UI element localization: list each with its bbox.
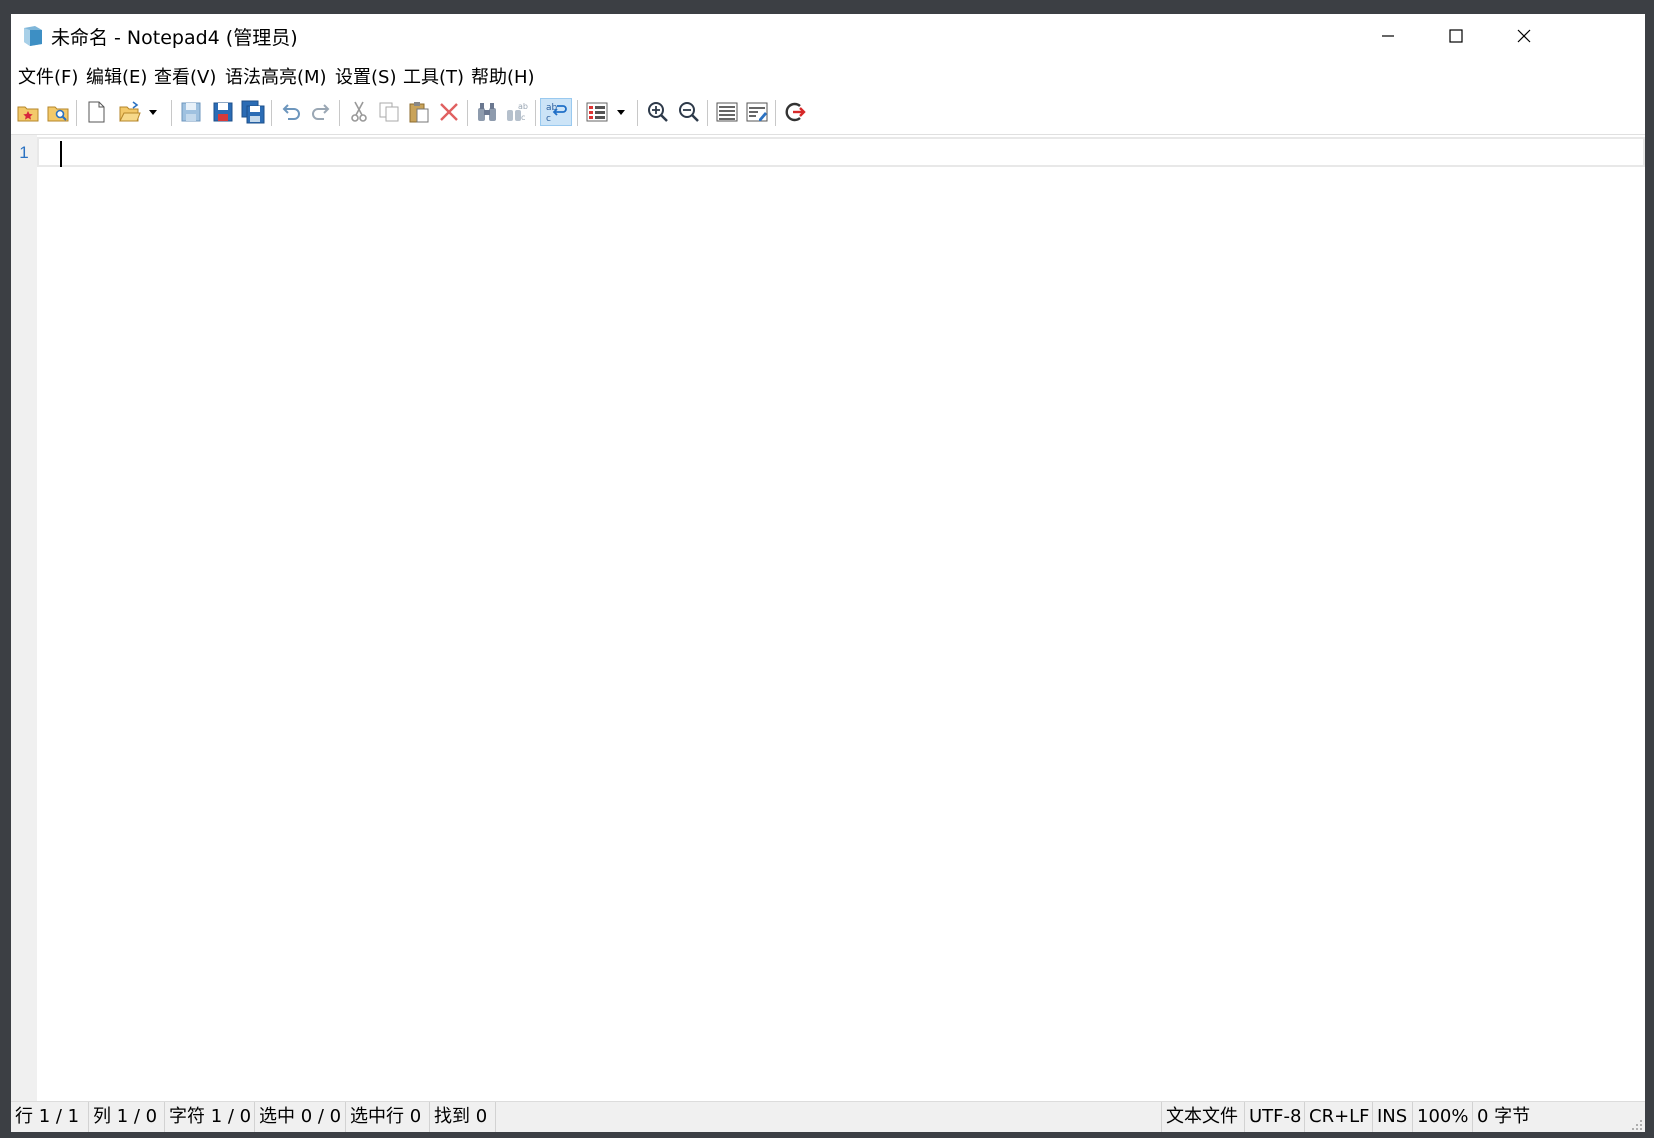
minimize-icon: [1380, 28, 1396, 44]
delete-icon: [437, 100, 461, 124]
notepad-window: 未命名 - Notepad4 (管理员) 文件(F) 编辑(E) 查看(V) 语…: [11, 14, 1645, 1132]
toolbar-separator: [775, 100, 776, 126]
text-caret: [60, 141, 62, 167]
status-size: 0 字节: [1477, 1106, 1531, 1127]
svg-text:c: c: [521, 113, 525, 122]
menu-syntax-highlight[interactable]: 语法高亮(M): [223, 63, 329, 89]
redo-icon: [309, 100, 333, 124]
word-wrap-icon: ab c: [544, 100, 568, 124]
toolbar-separator: [707, 100, 708, 126]
notepad-app-icon[interactable]: [21, 24, 45, 48]
replace-button[interactable]: ab c: [503, 98, 531, 126]
line-number: 1: [19, 143, 29, 162]
status-line: 行 1 / 1: [11, 1102, 89, 1132]
window-title: 未命名 - Notepad4 (管理员): [51, 27, 298, 49]
svg-text:c: c: [546, 114, 551, 124]
dropdown-arrow-icon: [615, 106, 627, 118]
toolbar-separator: [637, 100, 638, 126]
save-all-icon: [241, 100, 265, 124]
status-selected-lines: 选中行 0: [346, 1102, 430, 1132]
new-file-icon: [84, 100, 108, 124]
new-file-button[interactable]: [82, 98, 110, 126]
save-as-button[interactable]: [209, 98, 237, 126]
toolbar-separator: [76, 100, 77, 126]
open-folder-icon: [118, 100, 142, 124]
menu-settings[interactable]: 设置(S): [333, 63, 398, 89]
zoom-in-icon: [646, 100, 670, 124]
minimize-button[interactable]: [1353, 14, 1423, 58]
menu-help[interactable]: 帮助(H): [469, 63, 537, 89]
word-wrap-button[interactable]: ab c: [540, 98, 572, 126]
status-char: 字符 1 / 0: [165, 1102, 255, 1132]
zoom-out-icon: [677, 100, 701, 124]
copy-button[interactable]: [375, 98, 403, 126]
menu-bar: 文件(F) 编辑(E) 查看(V) 语法高亮(M) 设置(S) 工具(T) 帮助…: [11, 58, 1645, 92]
redo-button[interactable]: [307, 98, 335, 126]
undo-button[interactable]: [277, 98, 305, 126]
close-icon: [1516, 28, 1532, 44]
outline-button[interactable]: [713, 98, 741, 126]
outline-icon: [715, 100, 739, 124]
open-file-button[interactable]: [116, 98, 144, 126]
status-insert-mode[interactable]: INS: [1373, 1102, 1413, 1132]
save-button[interactable]: [177, 98, 205, 126]
settings-button[interactable]: [743, 98, 771, 126]
dropdown-arrow-icon: [147, 106, 159, 118]
svg-text:ab: ab: [518, 102, 528, 111]
menu-tools[interactable]: 工具(T): [401, 63, 466, 89]
resize-grip-icon[interactable]: [1629, 1116, 1643, 1130]
toolbar-separator: [577, 100, 578, 126]
maximize-button[interactable]: [1421, 14, 1491, 58]
menu-file[interactable]: 文件(F): [16, 63, 80, 89]
status-encoding[interactable]: UTF-8: [1245, 1102, 1305, 1132]
exit-icon: [783, 100, 807, 124]
find-icon: [475, 100, 499, 124]
toolbar-separator: [171, 100, 172, 126]
copy-icon: [377, 100, 401, 124]
menu-view[interactable]: 查看(V): [152, 63, 218, 89]
toolbar-separator: [339, 100, 340, 126]
status-column: 列 1 / 0: [89, 1102, 165, 1132]
scheme-icon: [585, 100, 609, 124]
replace-icon: ab c: [505, 100, 529, 124]
find-button[interactable]: [473, 98, 501, 126]
current-line-highlight: [37, 137, 1645, 167]
scheme-dropdown-button[interactable]: [612, 98, 630, 126]
browse-button[interactable]: [44, 98, 72, 126]
toolbar-separator: [271, 100, 272, 126]
settings-icon: [745, 100, 769, 124]
save-as-icon: [211, 100, 235, 124]
paste-button[interactable]: [405, 98, 433, 126]
undo-icon: [279, 100, 303, 124]
status-line-ending[interactable]: CR+LF: [1305, 1102, 1373, 1132]
zoom-in-button[interactable]: [644, 98, 672, 126]
toolbar: ab c ab c: [11, 92, 1645, 135]
maximize-icon: [1448, 28, 1464, 44]
close-button[interactable]: [1489, 14, 1559, 58]
toolbar-separator: [535, 100, 536, 126]
cut-button[interactable]: [345, 98, 373, 126]
open-dropdown-button[interactable]: [144, 98, 162, 126]
toolbar-separator: [467, 100, 468, 126]
zoom-out-button[interactable]: [675, 98, 703, 126]
browse-icon: [46, 100, 70, 124]
delete-button[interactable]: [435, 98, 463, 126]
title-bar[interactable]: 未命名 - Notepad4 (管理员): [11, 14, 1645, 58]
line-number-gutter: 1: [11, 135, 37, 1101]
cut-icon: [347, 100, 371, 124]
favorites-button[interactable]: [14, 98, 42, 126]
scheme-button[interactable]: [583, 98, 611, 126]
paste-icon: [407, 100, 431, 124]
save-icon: [179, 100, 203, 124]
menu-edit[interactable]: 编辑(E): [84, 63, 149, 89]
status-bar: 行 1 / 1 列 1 / 0 字符 1 / 0 选中 0 / 0 选中行 0 …: [11, 1101, 1645, 1132]
favorites-icon: [16, 100, 40, 124]
exit-button[interactable]: [781, 98, 809, 126]
save-all-button[interactable]: [239, 98, 267, 126]
status-found: 找到 0: [430, 1102, 496, 1132]
status-selection: 选中 0 / 0: [255, 1102, 346, 1132]
status-zoom[interactable]: 100%: [1413, 1102, 1473, 1132]
status-file-type[interactable]: 文本文件: [1161, 1102, 1245, 1132]
text-editor[interactable]: 1: [11, 135, 1645, 1101]
